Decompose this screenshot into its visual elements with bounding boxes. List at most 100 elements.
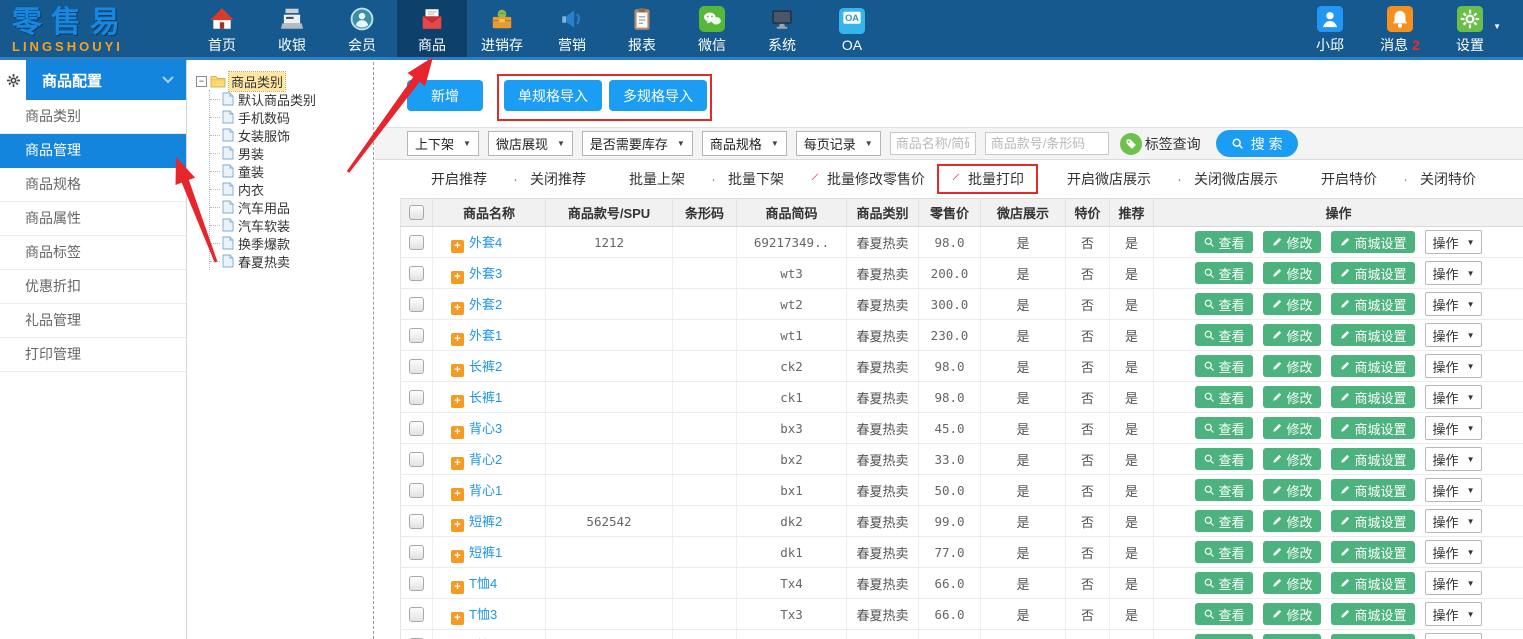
batch-action[interactable]: 开启推荐: [407, 169, 487, 189]
tree-node-label[interactable]: 内衣: [238, 180, 264, 199]
row-operations-dropdown[interactable]: 操作 ▼: [1425, 416, 1483, 440]
tree-node[interactable]: 手机数码: [210, 108, 373, 126]
row-checkbox[interactable]: [409, 266, 424, 281]
row-operations-dropdown[interactable]: 操作 ▼: [1425, 571, 1483, 595]
row-operations-dropdown[interactable]: 操作 ▼: [1425, 447, 1483, 471]
row-operations-dropdown[interactable]: 操作 ▼: [1425, 478, 1483, 502]
tree-node-label[interactable]: 女装服饰: [238, 126, 290, 145]
sidebar-item[interactable]: 优惠折扣: [0, 270, 186, 304]
nav-item[interactable]: OA OA: [817, 0, 887, 60]
view-button[interactable]: 查看: [1195, 293, 1253, 315]
row-operations-dropdown[interactable]: 操作 ▼: [1425, 261, 1483, 285]
expand-plus-icon[interactable]: +: [451, 302, 464, 315]
filter-select[interactable]: 每页记录 ▼: [796, 131, 881, 156]
row-checkbox[interactable]: [409, 421, 424, 436]
batch-action[interactable]: 关闭推荐: [506, 169, 586, 189]
product-name-link[interactable]: 外套1: [469, 328, 502, 343]
nav-item[interactable]: 商品: [397, 0, 467, 60]
tag-query-button[interactable]: 标签查询: [1120, 133, 1201, 155]
mall-settings-button[interactable]: 商城设置: [1331, 541, 1415, 563]
view-button[interactable]: 查看: [1195, 355, 1253, 377]
batch-action[interactable]: 批量上架: [605, 169, 685, 189]
view-button[interactable]: 查看: [1195, 417, 1253, 439]
product-name-link[interactable]: 长裤2: [469, 359, 502, 374]
expand-plus-icon[interactable]: +: [451, 581, 464, 594]
filter-select[interactable]: 上下架 ▼: [407, 131, 479, 156]
tree-node-label[interactable]: 汽车软装: [238, 216, 290, 235]
tree-node-label[interactable]: 汽车用品: [238, 198, 290, 217]
sidebar-item[interactable]: 商品规格: [0, 168, 186, 202]
view-button[interactable]: 查看: [1195, 479, 1253, 501]
nav-item[interactable]: 报表: [607, 0, 677, 60]
nav-item[interactable]: 收银: [257, 0, 327, 60]
product-name-link[interactable]: T恤4: [469, 576, 497, 591]
filter-select[interactable]: 是否需要库存 ▼: [582, 131, 693, 156]
row-checkbox[interactable]: [409, 452, 424, 467]
filter-select[interactable]: 微店展现 ▼: [488, 131, 573, 156]
select-all-checkbox[interactable]: [409, 205, 424, 220]
mall-settings-button[interactable]: 商城设置: [1331, 603, 1415, 625]
edit-button[interactable]: 修改: [1263, 386, 1321, 408]
nav-item[interactable]: 进销存: [467, 0, 537, 60]
sidebar-item[interactable]: 打印管理: [0, 338, 186, 372]
mall-settings-button[interactable]: 商城设置: [1331, 572, 1415, 594]
panel-splitter[interactable]: [373, 62, 374, 639]
tree-node[interactable]: 换季爆款: [210, 234, 373, 252]
batch-action[interactable]: 批量下架: [704, 169, 784, 189]
batch-action[interactable]: 批量修改零售价: [803, 169, 925, 189]
tree-root-node[interactable]: − 商品类别: [196, 72, 373, 90]
messages-menu[interactable]: 消息2: [1365, 0, 1435, 60]
tree-node-label[interactable]: 默认商品类别: [238, 90, 316, 109]
nav-item[interactable]: 营销: [537, 0, 607, 60]
edit-button[interactable]: 修改: [1263, 510, 1321, 532]
tree-collapse-icon[interactable]: −: [196, 76, 207, 87]
tree-node[interactable]: 汽车用品: [210, 198, 373, 216]
expand-plus-icon[interactable]: +: [451, 612, 464, 625]
settings-menu[interactable]: 设置 ▼: [1435, 0, 1505, 60]
view-button[interactable]: 查看: [1195, 634, 1253, 639]
view-button[interactable]: 查看: [1195, 324, 1253, 346]
sidebar-item[interactable]: 商品管理: [0, 134, 186, 168]
expand-plus-icon[interactable]: +: [451, 488, 464, 501]
product-name-link[interactable]: 短裤1: [469, 545, 502, 560]
nav-item[interactable]: 首页: [187, 0, 257, 60]
mall-settings-button[interactable]: 商城设置: [1331, 417, 1415, 439]
nav-item[interactable]: 微信: [677, 0, 747, 60]
row-operations-dropdown[interactable]: 操作 ▼: [1425, 354, 1483, 378]
user-menu[interactable]: 小邱: [1295, 0, 1365, 60]
tree-node[interactable]: 女装服饰: [210, 126, 373, 144]
expand-plus-icon[interactable]: +: [451, 333, 464, 346]
mall-settings-button[interactable]: 商城设置: [1331, 231, 1415, 253]
expand-plus-icon[interactable]: +: [451, 240, 464, 253]
row-operations-dropdown[interactable]: 操作 ▼: [1425, 509, 1483, 533]
mall-settings-button[interactable]: 商城设置: [1331, 355, 1415, 377]
nav-item[interactable]: 系统: [747, 0, 817, 60]
edit-button[interactable]: 修改: [1263, 572, 1321, 594]
row-checkbox[interactable]: [409, 483, 424, 498]
edit-button[interactable]: 修改: [1263, 541, 1321, 563]
product-name-link[interactable]: 背心2: [469, 452, 502, 467]
expand-plus-icon[interactable]: +: [451, 395, 464, 408]
batch-action[interactable]: 关闭特价: [1396, 169, 1476, 189]
tree-node[interactable]: 童装: [210, 162, 373, 180]
edit-button[interactable]: 修改: [1263, 231, 1321, 253]
product-name-input[interactable]: [890, 132, 976, 155]
view-button[interactable]: 查看: [1195, 541, 1253, 563]
tree-node-label[interactable]: 换季爆款: [238, 234, 290, 253]
edit-button[interactable]: 修改: [1263, 634, 1321, 639]
tree-node[interactable]: 春夏热卖: [210, 252, 373, 270]
nav-item[interactable]: 会员: [327, 0, 397, 60]
row-checkbox[interactable]: [409, 607, 424, 622]
row-operations-dropdown[interactable]: 操作 ▼: [1425, 633, 1483, 639]
batch-action[interactable]: 关闭微店展示: [1170, 169, 1278, 189]
view-button[interactable]: 查看: [1195, 510, 1253, 532]
edit-button[interactable]: 修改: [1263, 262, 1321, 284]
tree-node-label[interactable]: 春夏热卖: [238, 252, 290, 271]
expand-plus-icon[interactable]: +: [451, 550, 464, 563]
sidebar-item[interactable]: 商品类别: [0, 100, 186, 134]
sidebar-header[interactable]: 商品配置: [0, 60, 186, 100]
edit-button[interactable]: 修改: [1263, 417, 1321, 439]
batch-action[interactable]: 开启微店展示: [1043, 169, 1151, 189]
batch-action[interactable]: 开启特价: [1297, 169, 1377, 189]
edit-button[interactable]: 修改: [1263, 293, 1321, 315]
